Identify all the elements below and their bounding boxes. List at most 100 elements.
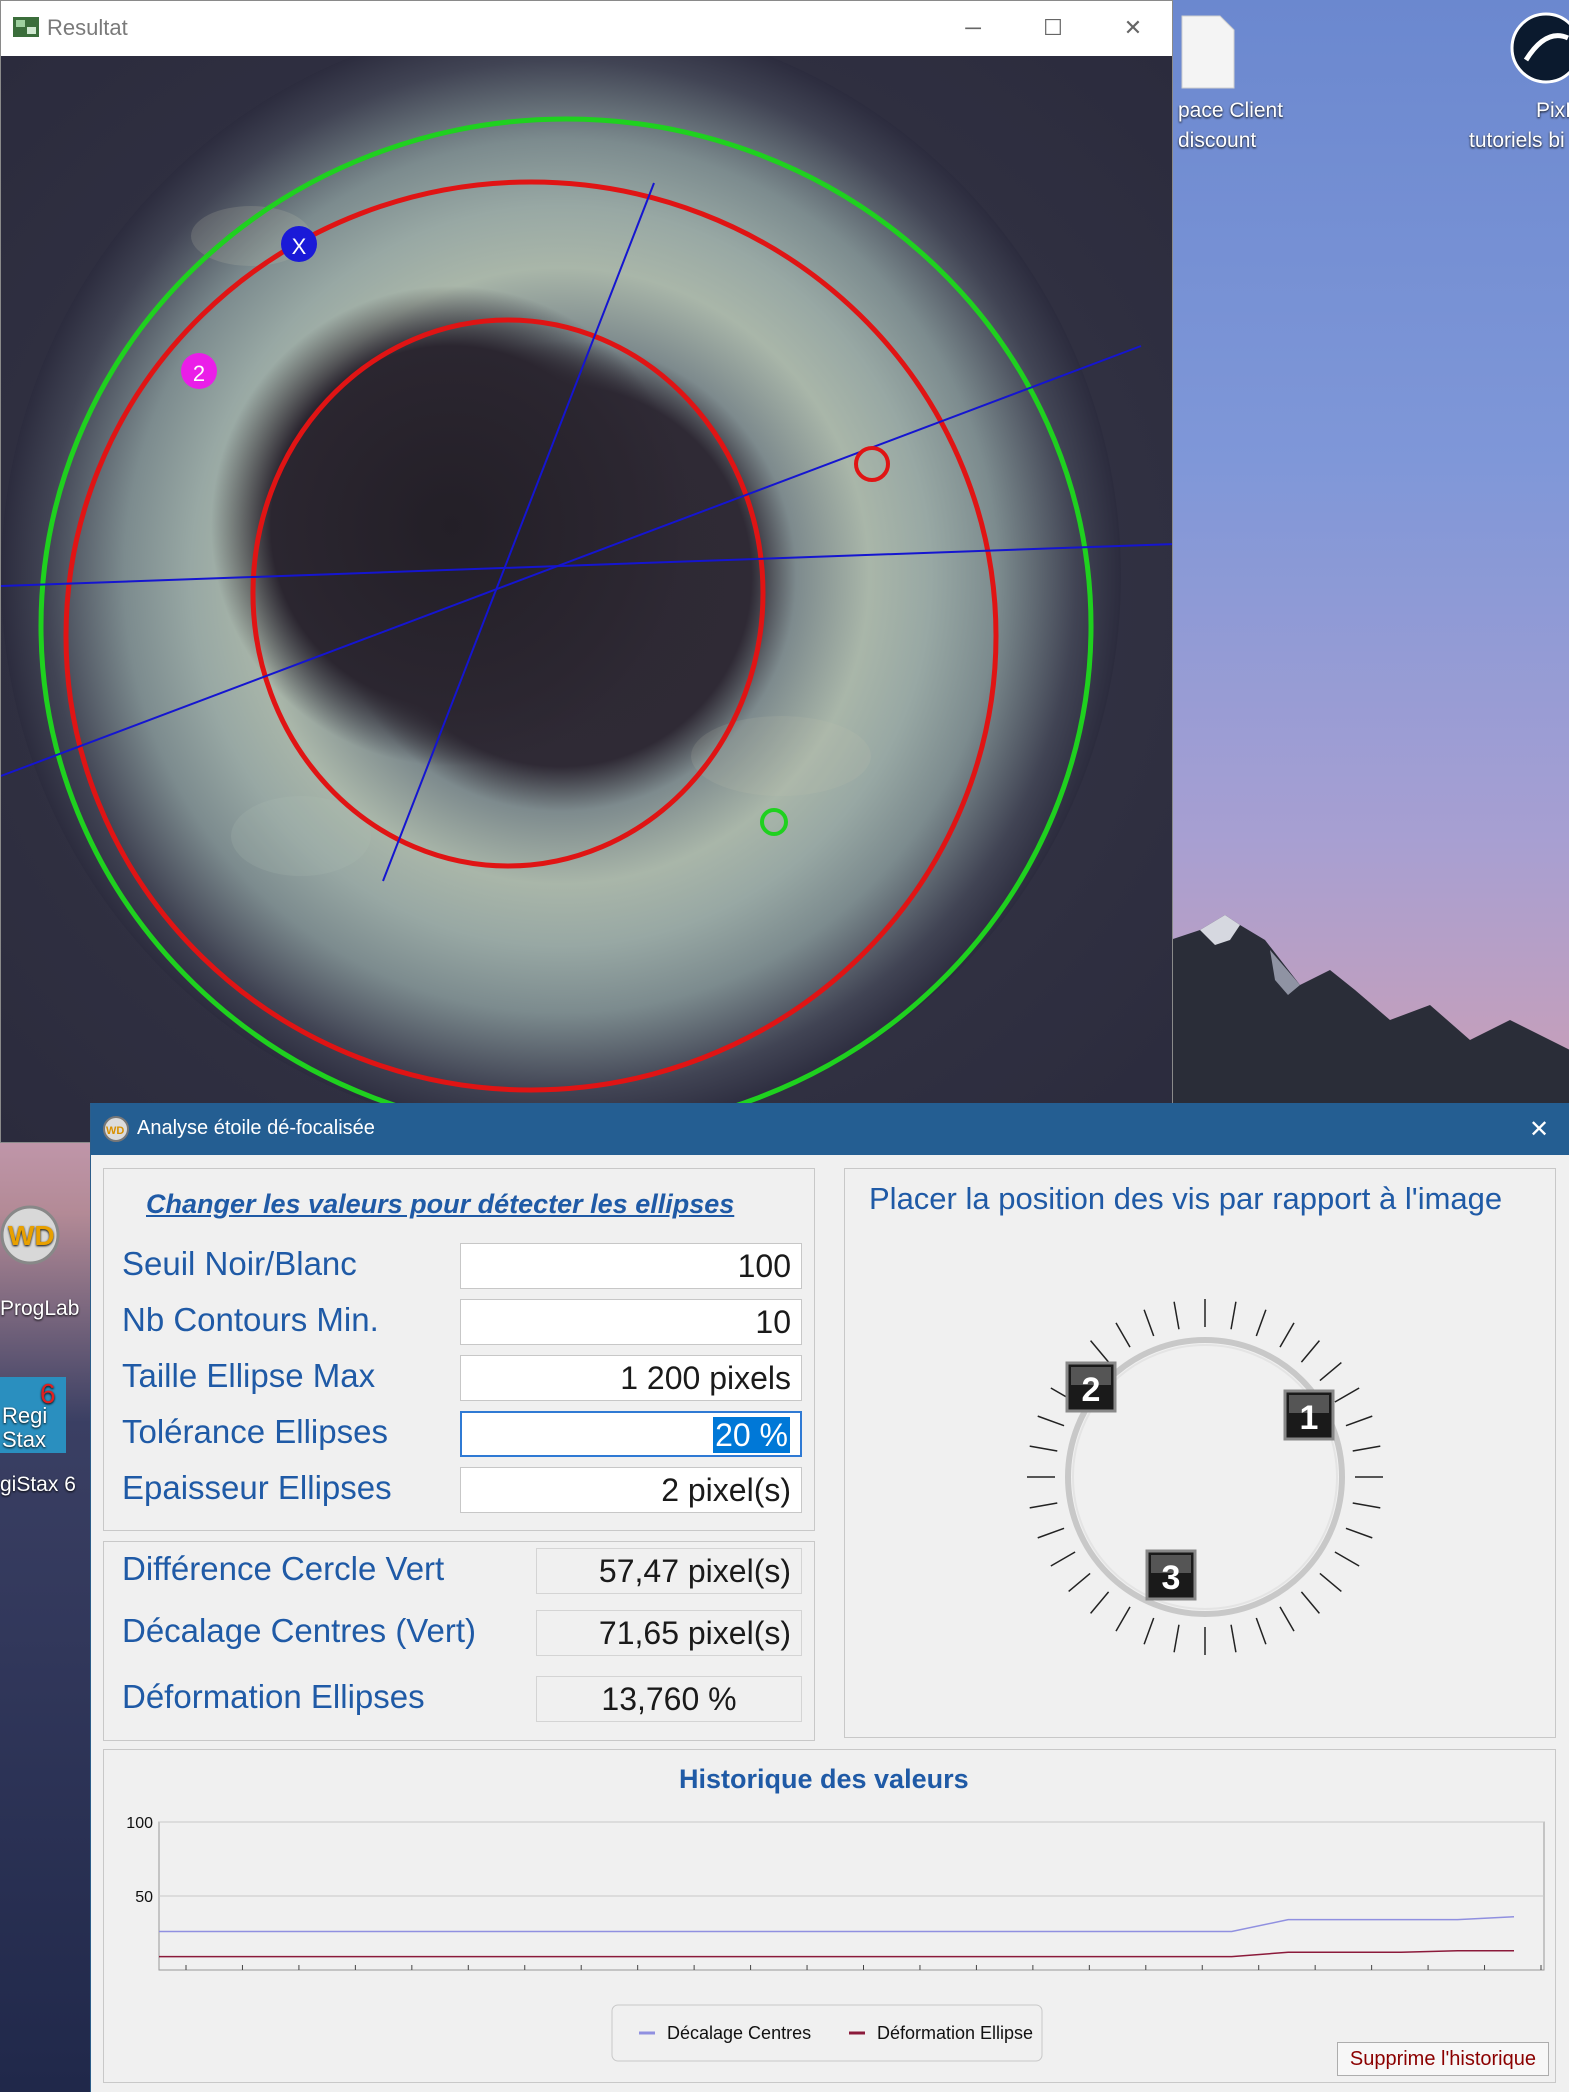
defocused-star-image: X 2 [1,56,1172,1142]
dial-tick [1334,1551,1360,1567]
pixinsight-icon [1510,12,1569,84]
dial-tick [1037,1527,1065,1539]
dial-tick [1037,1415,1065,1427]
result-window-titlebar[interactable]: Resultat ─ ☐ ✕ [1,1,1172,55]
threshold-input[interactable]: 100 [460,1243,802,1289]
settings-panel: Changer les valeurs pour détecter les el… [103,1168,815,1531]
screw-label: 3 [1162,1559,1181,1597]
svg-text:WD: WD [106,1125,124,1137]
ellipse-thickness-input[interactable]: 2 pixel(s) [460,1467,802,1513]
settings-header: Changer les valeurs pour détecter les el… [146,1189,735,1219]
dial-tick [1090,1591,1110,1614]
svg-text:Stax: Stax [2,1427,46,1452]
desktop-icon-label-line1: pace Client [1178,99,1284,122]
dial-tick [1300,1591,1320,1614]
close-icon: ✕ [1123,15,1143,40]
svg-text:WD: WD [8,1220,55,1251]
dial-tick [1173,1301,1180,1330]
selected-text: 20 % [713,1417,790,1453]
star-image-viewport[interactable]: X 2 [1,56,1172,1142]
screw-panel: Placer la position des vis par rapport à… [844,1168,1556,1738]
analysis-dialog[interactable]: WD Analyse étoile dé-focalisée ✕ Changer… [90,1103,1569,2092]
dial-tick [1029,1445,1058,1452]
dial-tick [1345,1527,1373,1539]
dial-tick [1319,1572,1342,1592]
dial-tick [1334,1387,1360,1403]
svg-text:Regi: Regi [2,1403,47,1428]
app-icon [13,17,39,37]
dial-tick [1115,1322,1131,1348]
screw-badge-3[interactable]: 3 [1145,1549,1197,1601]
dialog-close-button[interactable]: ✕ [1519,1111,1559,1147]
minimize-icon: ─ [965,15,981,40]
green-circle-diff-value: 57,47 pixel(s) [536,1548,802,1594]
windev-icon: WD [0,1205,60,1265]
desktop-icon-label: giStax 6 [0,1473,76,1496]
result-window-title: Resultat [47,15,128,40]
dial-tick [1143,1309,1155,1337]
minimize-button[interactable]: ─ [943,9,1003,47]
min-contours-label: Nb Contours Min. [122,1301,379,1338]
file-icon [1181,15,1235,89]
dial-tick [1068,1572,1091,1592]
chart-y-tick-label: 100 [126,1815,153,1832]
chart-y-tick-label: 50 [135,1889,153,1906]
maximize-button[interactable]: ☐ [1023,9,1083,47]
close-button[interactable]: ✕ [1103,9,1163,47]
windev-logo-icon: WD [103,1116,129,1142]
screw-badge-1[interactable]: 1 [1283,1389,1335,1441]
center-offset-label: Décalage Centres (Vert) [122,1612,476,1649]
max-ellipse-size-label: Taille Ellipse Max [122,1357,376,1394]
dialog-titlebar[interactable]: WD Analyse étoile dé-focalisée ✕ [91,1103,1569,1155]
screw-label: 2 [1082,1371,1101,1409]
desktop-icon-label-line2: tutoriels bi [1469,129,1565,152]
min-contours-input[interactable]: 10 [460,1299,802,1345]
ellipse-deformation-label: Déformation Ellipses [122,1678,425,1715]
dial-tick [1279,1606,1295,1632]
dial-tick [1143,1617,1155,1645]
ellipse-deformation-value: 13,760 % [536,1676,802,1722]
dialog-title: Analyse étoile dé-focalisée [137,1117,375,1139]
chart-legend-label: Décalage Centres [667,2023,811,2043]
results-panel: Différence Cercle Vert 57,47 pixel(s) Dé… [103,1541,815,1741]
registax-icon: 6RegiStax [0,1377,66,1453]
chart-legend-label: Déformation Ellipse [877,2023,1033,2043]
dial-tick [1050,1551,1076,1567]
desktop-icon-label-line2: discount [1178,129,1257,152]
maximize-icon: ☐ [1043,15,1063,40]
dial-tick [1352,1445,1381,1452]
dial-tick [1319,1362,1342,1382]
dial-tick [1173,1624,1180,1653]
dial-tick [1090,1340,1110,1363]
dial-tick [1115,1606,1131,1632]
center-offset-value: 71,65 pixel(s) [536,1610,802,1656]
clear-history-button[interactable]: Supprime l'historique [1336,2042,1549,2076]
dial-tick [1345,1415,1373,1427]
dial-tick [1279,1322,1295,1348]
blue-marker-label: X [292,234,307,259]
threshold-label: Seuil Noir/Blanc [122,1245,357,1282]
screw-dial[interactable]: 1 2 3 [1015,1289,1395,1669]
ellipse-tolerance-input[interactable]: 20 % [460,1411,802,1457]
mountain-wallpaper [1170,915,1569,1130]
max-ellipse-size-input[interactable]: 1 200 pixels [460,1355,802,1401]
desktop-icon-label: ProgLab [0,1297,80,1320]
magenta-marker-label: 2 [193,361,205,386]
history-title: Historique des valeurs [679,1764,969,1794]
close-icon: ✕ [1528,1115,1550,1143]
dial-tick [1029,1502,1058,1509]
ellipse-tolerance-label: Tolérance Ellipses [122,1413,388,1450]
desktop-icon-label-line1: PixInsig [1536,99,1569,122]
chart-legend: Décalage Centres Déformation Ellipse [611,2004,1043,2062]
ellipse-thickness-label: Epaisseur Ellipses [122,1469,392,1506]
dial-tick [1230,1624,1237,1653]
green-circle-diff-label: Différence Cercle Vert [122,1550,445,1587]
dial-tick [1352,1502,1381,1509]
history-chart: 50 100 Décalage Centres Déformation Ellipse [126,1815,1545,2062]
dial-tick [1300,1340,1320,1363]
dial-tick [1230,1301,1237,1330]
screw-badge-2[interactable]: 2 [1065,1361,1117,1413]
history-panel: Historique des valeurs 50 100 Décalage Cen… [103,1749,1556,2083]
result-window[interactable]: Resultat ─ ☐ ✕ X 2 [0,0,1173,1143]
dial-tick [1255,1309,1267,1337]
